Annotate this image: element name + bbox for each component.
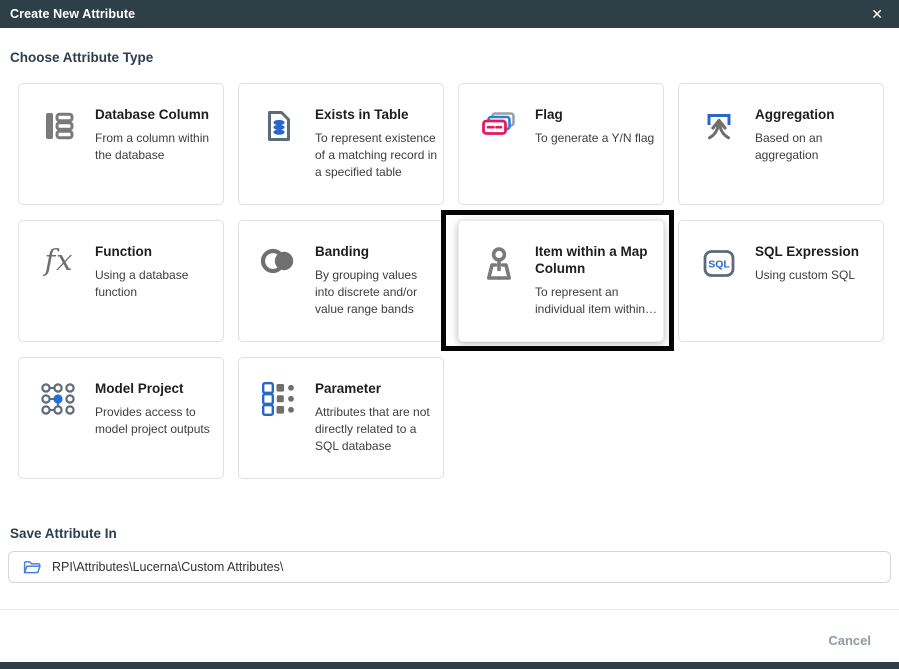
attribute-type-card-item-within-map-column[interactable]: Item within a Map Column To represent an… <box>458 220 664 342</box>
model-network-icon <box>39 382 79 416</box>
sql-badge-icon: SQL <box>699 245 739 281</box>
footer-divider <box>0 609 899 610</box>
card-description: By grouping values into discrete and/or … <box>315 267 439 318</box>
attribute-type-grid: Database Column From a column within the… <box>18 83 899 479</box>
attribute-type-card-function[interactable]: fx Function Using a database function <box>18 220 224 342</box>
dialog-title: Create New Attribute <box>10 7 867 21</box>
choose-attribute-type-label: Choose Attribute Type <box>10 50 899 65</box>
card-title: Database Column <box>95 106 219 123</box>
svg-text:SQL: SQL <box>708 259 730 271</box>
card-title: SQL Expression <box>755 243 879 260</box>
card-title: Model Project <box>95 380 219 397</box>
save-path-picker[interactable]: RPI\Attributes\Lucerna\Custom Attributes… <box>8 551 891 583</box>
card-description: Provides access to model project outputs <box>95 404 219 438</box>
attribute-type-card-flag[interactable]: Flag To generate a Y/N flag <box>458 83 664 205</box>
attribute-type-card-database-column[interactable]: Database Column From a column within the… <box>18 83 224 205</box>
dialog-header: Create New Attribute ✕ <box>0 0 899 28</box>
map-pin-icon <box>479 245 519 285</box>
aggregation-arrows-icon <box>699 108 739 144</box>
banding-circles-icon <box>259 245 299 277</box>
attribute-type-card-aggregation[interactable]: Aggregation Based on an aggregation <box>678 83 884 205</box>
card-title: Aggregation <box>755 106 879 123</box>
card-description: To represent existence of a matching rec… <box>315 130 439 181</box>
card-description: Using a database function <box>95 267 219 301</box>
attribute-type-card-sql-expression[interactable]: SQL SQL Expression Using custom SQL <box>678 220 884 342</box>
save-attribute-in-label: Save Attribute In <box>10 526 899 541</box>
card-title: Exists in Table <box>315 106 439 123</box>
card-title: Parameter <box>315 380 439 397</box>
card-title: Function <box>95 243 219 260</box>
attribute-type-card-banding[interactable]: Banding By grouping values into discrete… <box>238 220 444 342</box>
attribute-type-card-exists-in-table[interactable]: Exists in Table To represent existence o… <box>238 83 444 205</box>
attribute-type-card-parameter[interactable]: Parameter Attributes that are not direct… <box>238 357 444 479</box>
folder-icon <box>23 560 41 575</box>
parameter-grid-icon <box>259 382 299 416</box>
document-database-icon <box>259 108 299 144</box>
card-title: Flag <box>535 106 659 123</box>
close-icon[interactable]: ✕ <box>867 5 887 23</box>
database-column-icon <box>39 108 79 144</box>
card-description: From a column within the database <box>95 130 219 164</box>
bottom-bar <box>0 662 899 669</box>
flag-cards-icon <box>479 108 519 142</box>
card-description: Using custom SQL <box>755 267 879 284</box>
card-description: Based on an aggregation <box>755 130 879 164</box>
card-description: To represent an individual item within… <box>535 284 659 318</box>
save-path-value: RPI\Attributes\Lucerna\Custom Attributes… <box>52 560 283 574</box>
fx-icon: fx <box>39 245 79 275</box>
cancel-button[interactable]: Cancel <box>828 633 871 648</box>
card-description: To generate a Y/N flag <box>535 130 659 147</box>
attribute-type-card-model-project[interactable]: Model Project Provides access to model p… <box>18 357 224 479</box>
card-title: Item within a Map Column <box>535 243 659 277</box>
card-title: Banding <box>315 243 439 260</box>
card-description: Attributes that are not directly related… <box>315 404 439 455</box>
